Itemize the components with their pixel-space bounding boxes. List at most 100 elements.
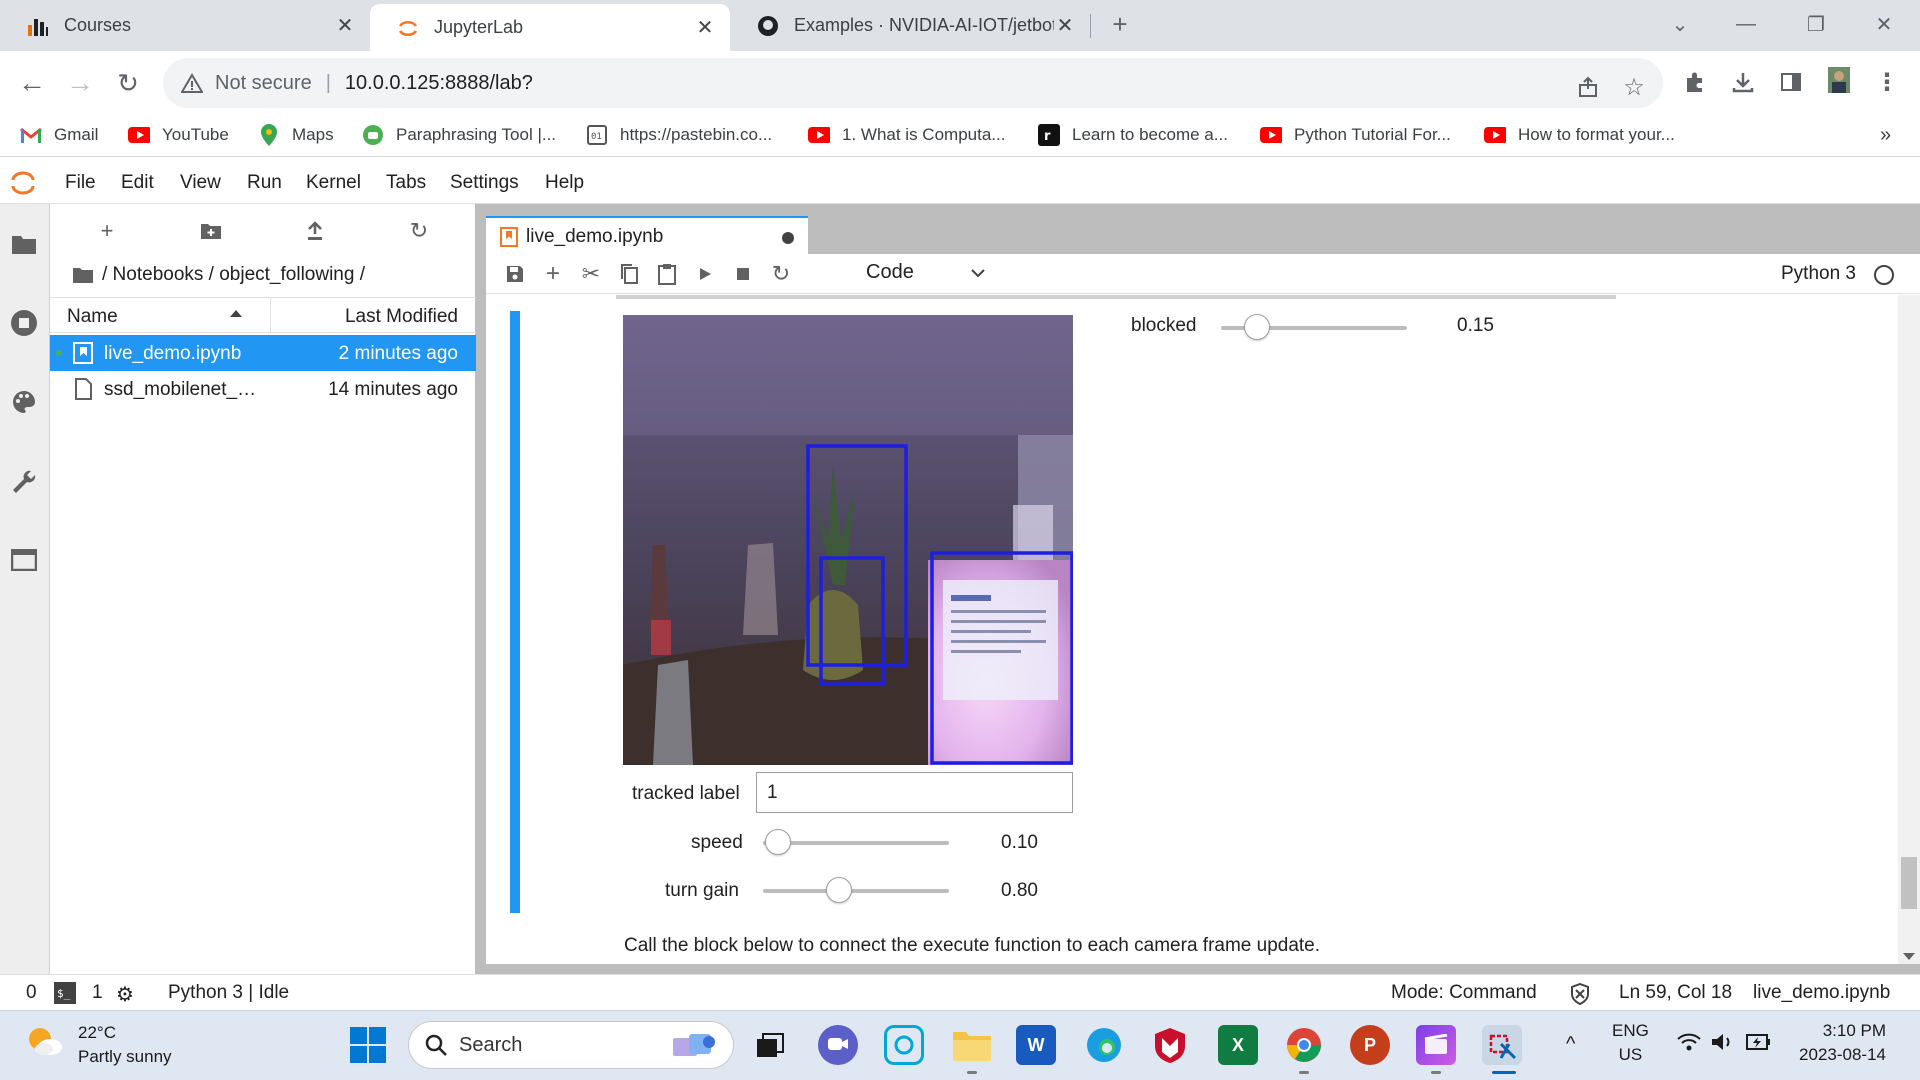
kernel-state[interactable]: Python 3 | Idle xyxy=(168,982,289,1004)
wifi-icon[interactable] xyxy=(1676,1031,1702,1053)
close-icon[interactable]: ✕ xyxy=(694,15,716,40)
bookmark-python-tutorial[interactable]: Python Tutorial For... xyxy=(1260,121,1451,149)
folder-icon[interactable] xyxy=(72,266,94,284)
cortana-icon[interactable] xyxy=(884,1025,924,1065)
bookmark-learn[interactable]: r Learn to become a... xyxy=(1038,121,1228,149)
insert-cell-plus-icon[interactable]: + xyxy=(538,260,568,288)
menu-tabs[interactable]: Tabs xyxy=(386,172,426,194)
file-explorer-icon[interactable] xyxy=(952,1025,992,1065)
running-sessions-icon[interactable] xyxy=(8,307,40,339)
close-icon[interactable]: ✕ xyxy=(334,13,356,38)
tracked-label-input[interactable]: 1 xyxy=(756,772,1073,813)
clipchamp-icon[interactable] xyxy=(1416,1025,1456,1065)
file-row[interactable]: ssd_mobilenet_v... 14 minutes ago xyxy=(50,371,476,407)
column-header-last-modified[interactable]: Last Modified xyxy=(345,306,458,328)
tab-jupyterlab[interactable]: JupyterLab ✕ xyxy=(370,4,730,51)
system-clock[interactable]: 3:10 PM 2023-08-14 xyxy=(1796,1019,1886,1067)
turn-gain-slider-thumb[interactable] xyxy=(826,877,852,903)
save-icon[interactable] xyxy=(500,260,530,288)
upload-icon[interactable] xyxy=(300,216,330,246)
more-bookmarks-chevron[interactable]: » xyxy=(1880,121,1891,149)
mcafee-shield-icon[interactable] xyxy=(1150,1025,1190,1065)
bookmark-gmail[interactable]: Gmail xyxy=(20,121,98,149)
unsaved-dot-icon[interactable] xyxy=(782,232,794,244)
terminal-count[interactable]: 0 xyxy=(26,982,37,1004)
close-icon[interactable]: ✕ xyxy=(1054,13,1076,38)
new-folder-icon[interactable] xyxy=(196,216,226,246)
scrollbar-thumb[interactable] xyxy=(1901,857,1917,909)
notebook-scrollbar[interactable] xyxy=(1898,295,1920,964)
taskbar-search-box[interactable]: Search xyxy=(408,1021,734,1069)
restore-icon[interactable]: ❐ xyxy=(1796,6,1836,42)
weather-widget[interactable]: 22°C Partly sunny xyxy=(24,1021,172,1069)
windows-start-icon[interactable] xyxy=(350,1027,386,1063)
excel-icon[interactable]: X xyxy=(1218,1025,1258,1065)
tabs-window-icon[interactable] xyxy=(8,544,40,576)
profile-avatar[interactable] xyxy=(1824,65,1854,95)
column-header-name[interactable]: Name xyxy=(67,306,118,328)
side-panel-icon[interactable] xyxy=(1776,67,1806,97)
cell-collapser[interactable] xyxy=(510,311,520,913)
breadcrumb-path[interactable]: / Notebooks / object_following / xyxy=(102,264,365,286)
extensions-puzzle-icon[interactable] xyxy=(1680,67,1710,97)
volume-icon[interactable] xyxy=(1710,1031,1736,1053)
chrome-menu-icon[interactable]: ⋮ xyxy=(1872,67,1902,97)
notebook-cells[interactable]: blocked 0.15 tracked label 1 speed 0.10 … xyxy=(486,295,1920,964)
menu-settings[interactable]: Settings xyxy=(450,172,519,194)
trusted-shield-icon[interactable] xyxy=(1570,983,1590,1005)
mode-indicator[interactable]: Mode: Command xyxy=(1391,982,1537,1004)
teams-chat-icon[interactable] xyxy=(818,1025,858,1065)
language-indicator[interactable]: ENG US xyxy=(1612,1019,1649,1067)
bookmark-maps[interactable]: Maps xyxy=(258,121,334,149)
scroll-down-arrow-icon[interactable] xyxy=(1903,953,1915,960)
share-icon[interactable] xyxy=(1573,72,1603,102)
new-tab-icon[interactable]: + xyxy=(1100,6,1140,42)
tab-courses[interactable]: Courses ✕ xyxy=(0,0,370,51)
copy-icon[interactable] xyxy=(614,260,644,288)
menu-help[interactable]: Help xyxy=(545,172,584,194)
menu-edit[interactable]: Edit xyxy=(121,172,154,194)
forward-arrow-icon[interactable]: → xyxy=(62,65,98,101)
download-icon[interactable] xyxy=(1728,67,1758,97)
omnibox[interactable]: Not secure | 10.0.0.125:8888/lab? ☆ xyxy=(163,58,1663,108)
bookmark-pastebin[interactable]: 01 https://pastebin.co... xyxy=(586,121,772,149)
tab-jetbot-examples[interactable]: Examples · NVIDIA-AI-IOT/jetbot ✕ xyxy=(730,0,1090,51)
paste-clipboard-icon[interactable] xyxy=(652,260,682,288)
back-arrow-icon[interactable]: ← xyxy=(14,65,50,101)
restart-kernel-icon[interactable]: ↻ xyxy=(766,260,796,288)
palette-icon[interactable] xyxy=(8,386,40,418)
speed-slider-thumb[interactable] xyxy=(765,829,791,855)
interrupt-stop-icon[interactable] xyxy=(728,260,758,288)
bookmark-format[interactable]: How to format your... xyxy=(1484,121,1675,149)
window-close-icon[interactable]: ✕ xyxy=(1864,6,1904,42)
menu-view[interactable]: View xyxy=(180,172,221,194)
bookmark-youtube[interactable]: YouTube xyxy=(128,121,229,149)
kernel-name[interactable]: Python 3 xyxy=(1781,263,1856,285)
menu-kernel[interactable]: Kernel xyxy=(306,172,361,194)
refresh-icon[interactable]: ↻ xyxy=(404,216,434,246)
powerpoint-icon[interactable]: P xyxy=(1350,1025,1390,1065)
menu-file[interactable]: File xyxy=(65,172,96,194)
menu-run[interactable]: Run xyxy=(247,172,282,194)
edge-browser-icon[interactable] xyxy=(1084,1025,1124,1065)
url-text[interactable]: 10.0.0.125:8888/lab? xyxy=(345,72,533,95)
word-icon[interactable]: W xyxy=(1016,1025,1056,1065)
cursor-position[interactable]: Ln 59, Col 18 xyxy=(1619,982,1732,1004)
kernel-count[interactable]: 1 xyxy=(92,982,103,1004)
minimize-icon[interactable]: — xyxy=(1726,6,1766,42)
run-play-icon[interactable] xyxy=(690,260,720,288)
tray-chevron-up-icon[interactable]: ^ xyxy=(1566,1033,1575,1056)
folder-icon[interactable] xyxy=(8,228,40,260)
chrome-icon[interactable] xyxy=(1284,1025,1324,1065)
battery-charging-icon[interactable] xyxy=(1746,1032,1772,1052)
tab-search-chevron-icon[interactable]: ⌄ xyxy=(1660,6,1700,42)
reload-icon[interactable]: ↻ xyxy=(110,65,146,101)
bookmark-star-icon[interactable]: ☆ xyxy=(1619,72,1649,102)
bookmark-computation[interactable]: 1. What is Computa... xyxy=(808,121,1005,149)
new-launcher-plus-icon[interactable]: + xyxy=(92,216,122,246)
blocked-slider-thumb[interactable] xyxy=(1244,314,1270,340)
snipping-tool-icon[interactable] xyxy=(1482,1025,1522,1065)
wrench-icon[interactable] xyxy=(8,466,40,498)
file-row[interactable]: live_demo.ipynb 2 minutes ago xyxy=(50,335,476,371)
bookmark-paraphrasing[interactable]: Paraphrasing Tool |... xyxy=(362,121,556,149)
